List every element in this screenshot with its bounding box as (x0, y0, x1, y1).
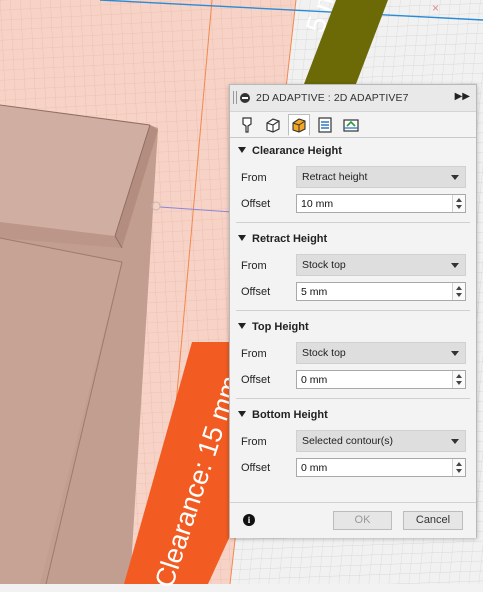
cancel-button[interactable]: Cancel (403, 511, 463, 530)
dialog-title: 2D ADAPTIVE : 2D ADAPTIVE7 (256, 92, 409, 104)
shape-icon (266, 118, 280, 133)
top-from-select[interactable]: Stock top (296, 342, 466, 364)
from-label: From (241, 260, 267, 272)
spin-up-icon[interactable] (456, 374, 462, 378)
offset-spinner[interactable] (452, 371, 465, 388)
expand-panel-icon[interactable]: ▶▶ (455, 91, 470, 102)
section-title: Clearance Height (252, 145, 342, 157)
tab-linking[interactable] (340, 114, 362, 136)
offset-label: Offset (241, 198, 271, 210)
collapse-triangle-icon (238, 235, 246, 241)
offset-value: 0 mm (301, 462, 328, 474)
section-bottom-height[interactable]: Bottom Height (238, 409, 328, 423)
dropdown-caret-icon (451, 351, 459, 356)
dropdown-caret-icon (451, 439, 459, 444)
section-title: Retract Height (252, 233, 328, 245)
spin-up-icon[interactable] (456, 198, 462, 202)
section-clearance-height[interactable]: Clearance Height (238, 145, 342, 159)
passes-icon (318, 117, 332, 133)
select-value: Retract height (302, 171, 368, 183)
retract-from-select[interactable]: Stock top (296, 254, 466, 276)
ok-button[interactable]: OK (333, 511, 392, 530)
drag-grip-icon[interactable] (233, 91, 237, 104)
linking-icon (343, 119, 359, 132)
section-retract-height[interactable]: Retract Height (238, 233, 327, 247)
tab-geometry[interactable] (262, 114, 284, 136)
section-divider (236, 222, 470, 223)
tab-tool[interactable] (236, 114, 258, 136)
section-divider (236, 398, 470, 399)
dropdown-caret-icon (451, 263, 459, 268)
spin-up-icon[interactable] (456, 286, 462, 290)
operation-dialog: 2D ADAPTIVE : 2D ADAPTIVE7 ▶▶ Clearance … (229, 84, 477, 538)
dialog-footer: i OK Cancel (230, 502, 476, 538)
offset-label: Offset (241, 374, 271, 386)
info-icon[interactable]: i (243, 514, 255, 526)
section-title: Bottom Height (252, 409, 328, 421)
offset-value: 5 mm (301, 286, 328, 298)
select-value: Stock top (302, 347, 346, 359)
clearance-offset-input[interactable]: 10 mm (296, 194, 466, 213)
select-value: Selected contour(s) (302, 435, 394, 447)
section-divider (236, 310, 470, 311)
from-label: From (241, 348, 267, 360)
collapse-triangle-icon (238, 411, 246, 417)
offset-label: Offset (241, 286, 271, 298)
spin-up-icon[interactable] (456, 462, 462, 466)
offset-value: 10 mm (301, 198, 334, 210)
section-top-height[interactable]: Top Height (238, 321, 309, 335)
clearance-from-select[interactable]: Retract height (296, 166, 466, 188)
spin-down-icon[interactable] (456, 293, 462, 297)
spin-down-icon[interactable] (456, 381, 462, 385)
offset-spinner[interactable] (452, 283, 465, 300)
from-label: From (241, 436, 267, 448)
tab-divider (230, 137, 476, 138)
dropdown-caret-icon (451, 175, 459, 180)
tab-heights[interactable] (288, 114, 310, 136)
spin-down-icon[interactable] (456, 205, 462, 209)
heights-icon (292, 118, 306, 133)
dialog-titlebar[interactable]: 2D ADAPTIVE : 2D ADAPTIVE7 ▶▶ (230, 85, 476, 112)
collapse-triangle-icon (238, 323, 246, 329)
svg-text:×: × (432, 1, 439, 15)
top-offset-input[interactable]: 0 mm (296, 370, 466, 389)
section-title: Top Height (252, 321, 309, 333)
offset-value: 0 mm (301, 374, 328, 386)
spin-down-icon[interactable] (456, 469, 462, 473)
bottom-offset-input[interactable]: 0 mm (296, 458, 466, 477)
offset-spinner[interactable] (452, 459, 465, 476)
bottom-from-select[interactable]: Selected contour(s) (296, 430, 466, 452)
from-label: From (241, 172, 267, 184)
retract-offset-input[interactable]: 5 mm (296, 282, 466, 301)
collapse-triangle-icon (238, 147, 246, 153)
offset-label: Offset (241, 462, 271, 474)
tool-icon (242, 117, 252, 133)
tab-passes[interactable] (314, 114, 336, 136)
collapse-icon[interactable] (240, 93, 250, 103)
select-value: Stock top (302, 259, 346, 271)
offset-spinner[interactable] (452, 195, 465, 212)
